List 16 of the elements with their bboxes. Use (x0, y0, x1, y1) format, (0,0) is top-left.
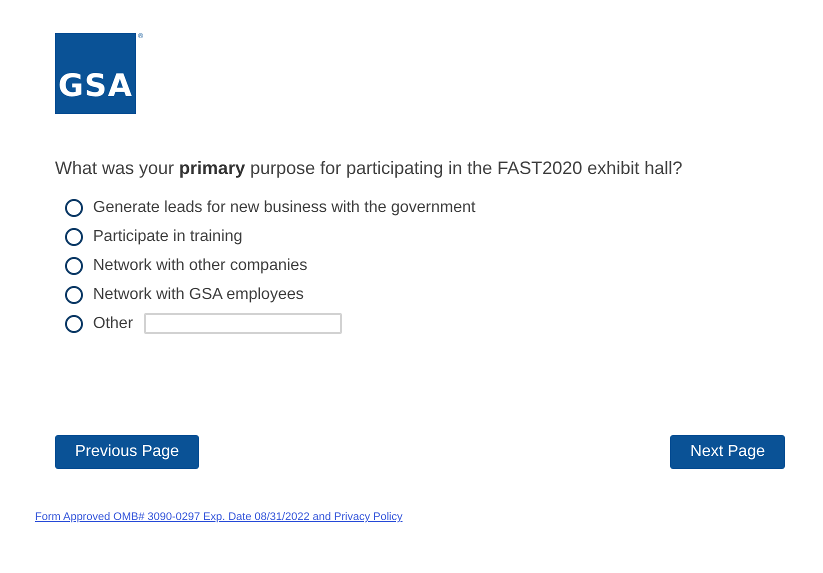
option-label[interactable]: Network with GSA employees (93, 286, 304, 304)
nav-button[interactable]: Next Page (670, 435, 785, 469)
option-label[interactable]: Network with other companies (93, 256, 308, 274)
radio-button[interactable] (65, 228, 83, 246)
privacy-policy-link[interactable]: Form Approved OMB# 3090-0297 Exp. Date 08/31/2022 and Privacy Policy (35, 511, 402, 523)
radio-button[interactable] (65, 286, 83, 304)
nav-button[interactable]: Previous Page (55, 435, 200, 469)
radio-button[interactable] (65, 256, 83, 274)
option-label[interactable]: Other (93, 314, 134, 332)
radio-button[interactable] (65, 314, 83, 332)
logo-text: GSA (58, 68, 133, 104)
other-text-field[interactable] (144, 313, 342, 334)
option-label[interactable]: Participate in training (93, 228, 242, 246)
question-text: What was your primary purpose for participating in the FAST2020 exhibit hall? (55, 157, 684, 179)
radio-button[interactable] (65, 198, 83, 216)
option-label[interactable]: Generate leads for new business with the government (93, 198, 476, 216)
